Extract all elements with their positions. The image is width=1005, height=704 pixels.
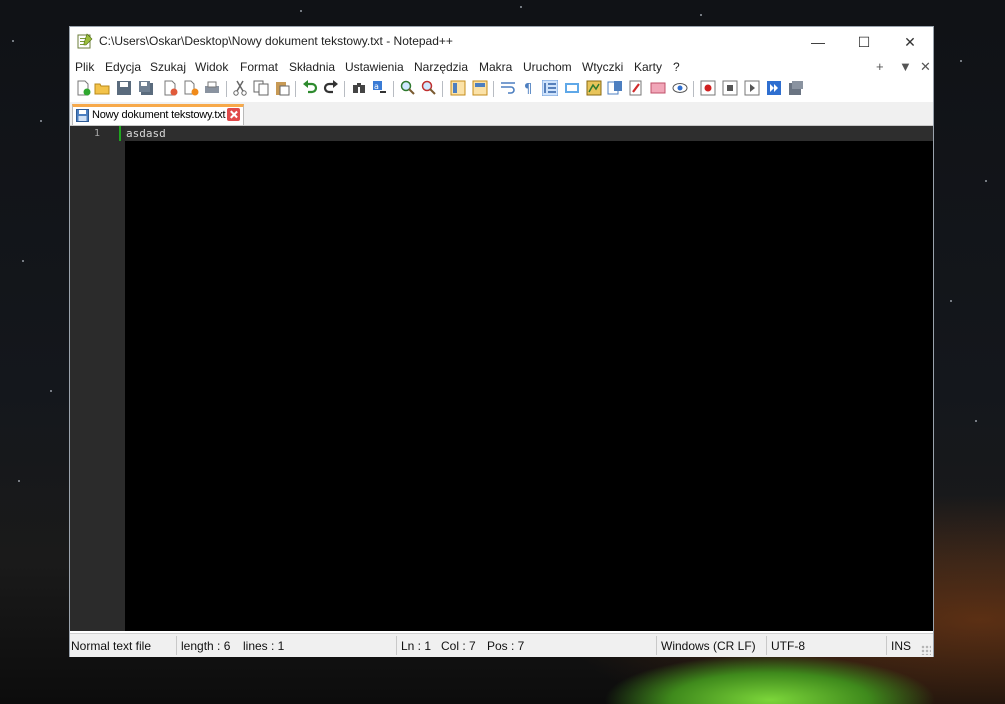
menu-skladnia[interactable]: Składnia	[289, 60, 335, 74]
close-icon: ✕	[904, 33, 916, 50]
toolbar-separator	[393, 81, 394, 97]
menu-bar: Plik Edycja Szukaj Widok Format Składnia…	[70, 57, 933, 77]
zoom-out-icon[interactable]	[421, 80, 437, 96]
maximize-button[interactable]: ☐	[841, 27, 887, 57]
document-map-icon[interactable]	[586, 80, 602, 96]
menu-karty[interactable]: Karty	[634, 60, 662, 74]
svg-text:¶: ¶	[524, 82, 532, 96]
tab-list-icon[interactable]: ▼	[899, 59, 912, 74]
status-separator	[396, 636, 397, 655]
status-separator	[176, 636, 177, 655]
status-separator	[656, 636, 657, 655]
run-macro-multiple-icon[interactable]	[766, 80, 782, 96]
user-language-icon[interactable]	[564, 80, 580, 96]
minimize-button[interactable]: —	[795, 27, 841, 57]
toolbar-separator	[493, 81, 494, 97]
status-separator	[886, 636, 887, 655]
close-all-icon[interactable]	[183, 80, 199, 96]
new-file-icon[interactable]	[75, 80, 91, 96]
menu-help[interactable]: ?	[673, 60, 680, 74]
status-insert-mode[interactable]: INS	[891, 639, 911, 653]
menu-makra[interactable]: Makra	[479, 60, 512, 74]
play-macro-icon[interactable]	[744, 80, 760, 96]
menu-edycja[interactable]: Edycja	[105, 60, 141, 74]
replace-icon[interactable]: a	[372, 80, 388, 96]
menu-szukaj[interactable]: Szukaj	[150, 60, 186, 74]
notepadpp-window: C:\Users\Oskar\Desktop\Nowy dokument tek…	[69, 26, 934, 657]
status-col: Col : 7	[441, 639, 476, 653]
tab-label: Nowy dokument tekstowy.txt	[92, 109, 226, 121]
status-separator	[766, 636, 767, 655]
toolbar-separator	[442, 81, 443, 97]
menu-uruchom[interactable]: Uruchom	[523, 60, 572, 74]
editor-area[interactable]: 1 asdasd	[70, 126, 933, 631]
toolbar-separator	[693, 81, 694, 97]
indent-guide-icon[interactable]	[542, 80, 558, 96]
show-all-chars-icon[interactable]: ¶	[521, 80, 537, 96]
window-title: C:\Users\Oskar\Desktop\Nowy dokument tek…	[99, 34, 453, 48]
eye-icon[interactable]	[672, 80, 688, 96]
record-macro-icon[interactable]	[700, 80, 716, 96]
maximize-icon: ☐	[857, 33, 871, 50]
tab-close-icon[interactable]	[227, 108, 240, 121]
svg-text:a: a	[374, 82, 379, 91]
tab-document[interactable]: Nowy dokument tekstowy.txt	[72, 104, 244, 125]
word-wrap-icon[interactable]	[500, 80, 516, 96]
redo-icon[interactable]	[323, 80, 339, 96]
monitoring-icon[interactable]	[650, 80, 666, 96]
menu-narzedzia[interactable]: Narzędzia	[414, 60, 468, 74]
menu-wtyczki[interactable]: Wtyczki	[582, 60, 623, 74]
save-macro-icon[interactable]	[788, 80, 804, 96]
paste-icon[interactable]	[274, 80, 290, 96]
toolbar-separator	[226, 81, 227, 97]
resize-grip-icon[interactable]	[921, 645, 931, 655]
function-list-icon[interactable]	[607, 80, 623, 96]
close-doc-icon[interactable]: ✕	[920, 59, 931, 75]
status-eol[interactable]: Windows (CR LF)	[661, 639, 756, 653]
find-icon[interactable]	[351, 80, 367, 96]
status-file-type: Normal text file	[71, 639, 152, 653]
menu-widok[interactable]: Widok	[195, 60, 228, 74]
title-bar[interactable]: C:\Users\Oskar\Desktop\Nowy dokument tek…	[70, 27, 933, 57]
file-saved-icon	[76, 109, 89, 122]
toolbar-separator	[344, 81, 345, 97]
sync-vertical-icon[interactable]	[450, 80, 466, 96]
status-encoding[interactable]: UTF-8	[771, 639, 805, 653]
status-length: length : 6	[181, 639, 231, 653]
undo-icon[interactable]	[302, 80, 318, 96]
line-number: 1	[93, 128, 100, 139]
toolbar-separator	[295, 81, 296, 97]
status-ln: Ln : 1	[401, 639, 432, 653]
open-file-icon[interactable]	[94, 80, 110, 96]
zoom-in-icon[interactable]	[400, 80, 416, 96]
line-number-gutter[interactable]: 1	[70, 126, 125, 631]
copy-icon[interactable]	[253, 80, 269, 96]
tab-bar: Nowy dokument tekstowy.txt	[70, 102, 933, 126]
print-icon[interactable]	[204, 80, 220, 96]
status-pos: Pos : 7	[487, 639, 525, 653]
minimize-icon: —	[811, 34, 825, 50]
menu-format[interactable]: Format	[240, 60, 278, 74]
save-all-icon[interactable]	[138, 80, 154, 96]
cut-icon[interactable]	[232, 80, 248, 96]
folder-workspace-icon[interactable]	[628, 80, 644, 96]
editor-line[interactable]: asdasd	[126, 127, 166, 140]
close-button[interactable]: ✕	[887, 27, 933, 57]
new-tab-icon[interactable]: +	[876, 59, 884, 74]
toolbar: a ¶	[70, 77, 933, 101]
status-bar: Normal text file length : 6 lines : 1 Ln…	[70, 633, 933, 657]
change-marker	[119, 126, 121, 141]
notepadpp-app-icon	[77, 33, 93, 49]
menu-ustawienia[interactable]: Ustawienia	[345, 60, 404, 74]
status-lines: lines : 1	[243, 639, 285, 653]
close-file-icon[interactable]	[162, 80, 178, 96]
save-icon[interactable]	[116, 80, 132, 96]
stop-macro-icon[interactable]	[722, 80, 738, 96]
menu-plik[interactable]: Plik	[75, 60, 94, 74]
sync-horizontal-icon[interactable]	[472, 80, 488, 96]
current-line-highlight	[125, 126, 933, 141]
